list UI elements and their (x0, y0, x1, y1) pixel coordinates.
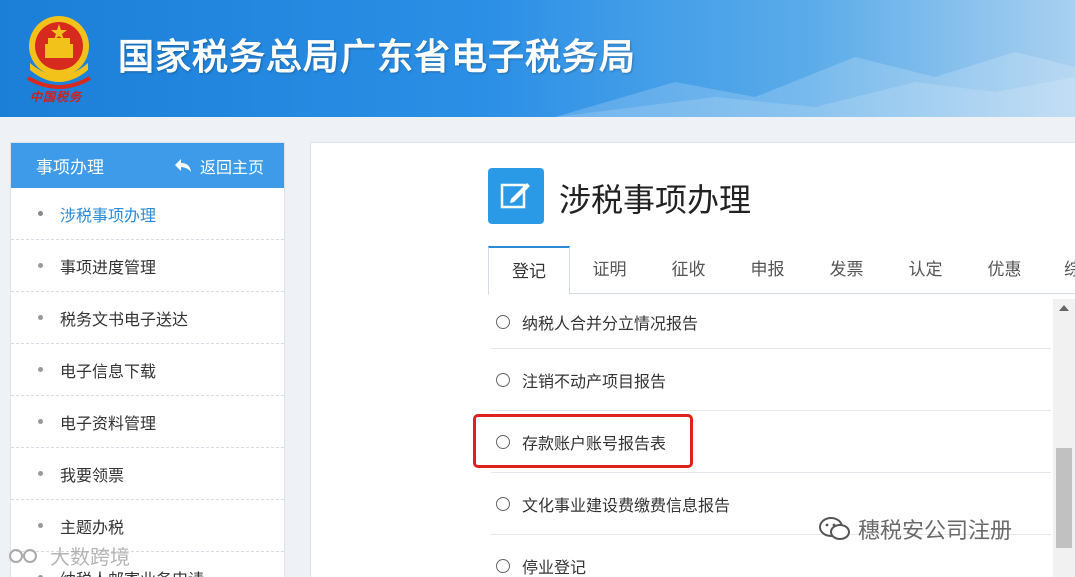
edit-icon (488, 168, 544, 224)
bullet-icon (38, 367, 43, 372)
watermark-left-text: 大数跨境 (50, 545, 130, 569)
tab-certificate[interactable]: 证明 (570, 246, 649, 293)
option-label: 文化事业建设费缴费信息报告 (522, 495, 731, 515)
bullet-icon (38, 315, 43, 320)
scrollbar[interactable] (1053, 299, 1075, 577)
back-home-link[interactable]: 返回主页 (174, 154, 264, 178)
emblem-caption: 中国税务 (30, 90, 83, 104)
sidebar-item-progress[interactable]: 事项进度管理 (11, 240, 284, 292)
sidebar-header: 事项办理 返回主页 (11, 143, 284, 188)
main-panel: 涉税事项办理 登记 证明 征收 申报 发票 认定 优惠 综 纳税人合并分立情况报… (310, 142, 1075, 577)
scroll-thumb[interactable] (1056, 448, 1072, 548)
sidebar-item-materials[interactable]: 电子资料管理 (11, 396, 284, 448)
back-home-label: 返回主页 (199, 157, 264, 177)
page-title: 涉税事项办理 (559, 181, 752, 219)
sidebar-item-label: 我要领票 (60, 465, 125, 485)
site-header: 中国税务 国家税务总局广东省电子税务局 (0, 0, 1075, 117)
sidebar-item-get-invoice[interactable]: 我要领票 (11, 448, 284, 500)
option-label: 停业登记 (522, 557, 587, 577)
radio-button[interactable] (496, 372, 510, 387)
tab-preferential[interactable]: 优惠 (965, 246, 1044, 293)
bullet-icon (38, 419, 43, 424)
sidebar-item-tax-matters[interactable]: 涉税事项办理 (11, 188, 284, 240)
tab-certification[interactable]: 认定 (886, 246, 965, 293)
watermark-right: 穗税安公司注册 (818, 513, 1012, 545)
sidebar-item-label: 涉税事项办理 (60, 205, 157, 225)
sidebar-item-label: 事项进度管理 (60, 257, 157, 277)
site-title: 国家税务总局广东省电子税务局 (118, 37, 637, 78)
option-cancel-property[interactable]: 注销不动产项目报告 (491, 349, 1051, 411)
highlight-box (473, 414, 693, 468)
tab-invoice[interactable]: 发票 (807, 246, 886, 293)
option-label: 注销不动产项目报告 (522, 371, 667, 391)
scroll-up-icon[interactable] (1059, 305, 1069, 311)
bullet-icon (38, 211, 43, 216)
tab-collection[interactable]: 征收 (649, 246, 728, 293)
tab-more[interactable]: 综 (1044, 246, 1075, 293)
bullet-icon (38, 523, 43, 528)
sidebar-item-label: 电子信息下载 (60, 361, 157, 381)
radio-button[interactable] (496, 558, 510, 573)
sidebar-item-documents-delivery[interactable]: 税务文书电子送达 (11, 292, 284, 344)
sidebar: 事项办理 返回主页 涉税事项办理 事项进度管理 税务文书电子送达 电子信息下载 … (10, 142, 285, 577)
sidebar-item-label: 主题办税 (60, 517, 125, 537)
category-tabs: 登记 证明 征收 申报 发票 认定 优惠 综 (488, 246, 1075, 295)
tab-registration[interactable]: 登记 (488, 246, 570, 295)
bullet-icon (38, 471, 43, 476)
sidebar-item-info-download[interactable]: 电子信息下载 (11, 344, 284, 396)
watermark-left: 大数跨境 (8, 541, 130, 570)
tab-declaration[interactable]: 申报 (728, 246, 807, 293)
sidebar-title: 事项办理 (36, 158, 104, 178)
back-arrow-icon (174, 158, 191, 172)
bullet-icon (38, 263, 43, 268)
radio-button[interactable] (496, 314, 510, 329)
watermark-right-text: 穗税安公司注册 (858, 519, 1013, 544)
wechat-icon (819, 517, 850, 540)
sidebar-item-label: 税务文书电子送达 (60, 309, 189, 329)
radio-button[interactable] (496, 496, 510, 511)
sidebar-item-label: 电子资料管理 (60, 413, 157, 433)
option-merger-report[interactable]: 纳税人合并分立情况报告 (491, 295, 1051, 349)
option-label: 纳税人合并分立情况报告 (522, 313, 699, 333)
watermark-logo-icon (9, 548, 37, 563)
